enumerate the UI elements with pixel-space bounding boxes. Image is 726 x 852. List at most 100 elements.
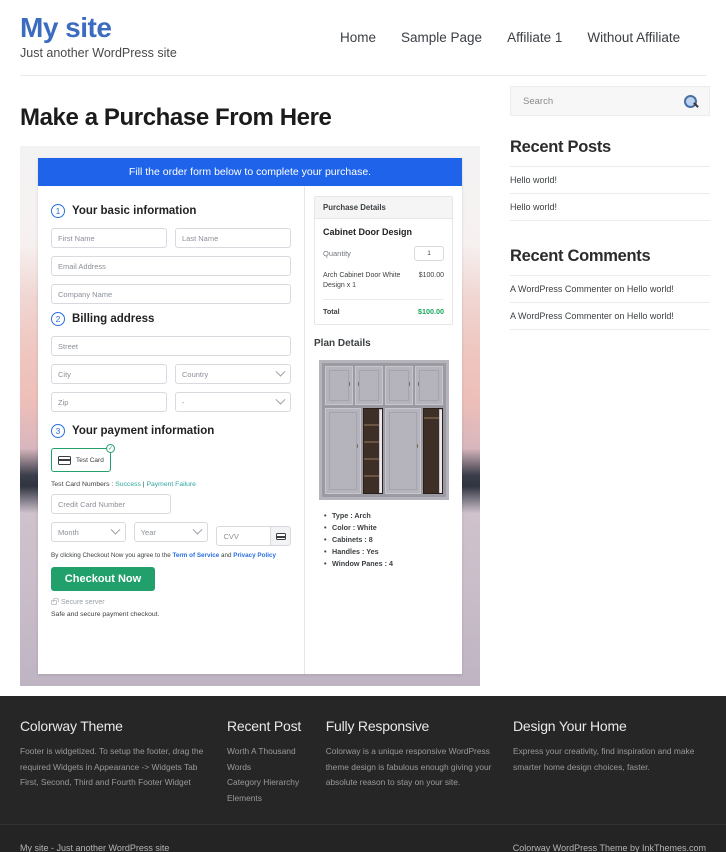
checkout-now-button[interactable]: Checkout Now xyxy=(51,567,155,591)
recent-post-link[interactable]: Hello world! xyxy=(510,175,557,185)
purchase-details-title: Purchase Details xyxy=(315,197,452,219)
last-name-input[interactable]: Last Name xyxy=(175,228,291,248)
footer-copyright: My site - Just another WordPress site xyxy=(20,842,170,852)
cabinet-open-interior xyxy=(362,407,383,495)
nav-item-home[interactable]: Home xyxy=(340,30,376,45)
cabinet-panel xyxy=(384,366,413,405)
recent-comment-link[interactable]: A WordPress Commenter on Hello world! xyxy=(510,284,674,294)
test-card-failure-link[interactable]: Payment Failure xyxy=(146,481,196,488)
city-input[interactable]: City xyxy=(51,364,167,384)
first-name-input[interactable]: First Name xyxy=(51,228,167,248)
site-header: My site Just another WordPress site Home… xyxy=(0,0,726,76)
checkout-form-pane: 1 Your basic information First Name Last… xyxy=(38,186,305,674)
plan-bullet-cabinets: Cabinets : 8 xyxy=(324,534,453,546)
footer-column-colorway-theme: Colorway Theme Footer is widgetized. To … xyxy=(20,718,227,806)
state-select-value: - xyxy=(182,397,185,407)
step-1-header: 1 Your basic information xyxy=(51,204,291,218)
footer-heading: Recent Post xyxy=(227,718,302,734)
knob-icon xyxy=(347,382,350,387)
email-input[interactable]: Email Address xyxy=(51,256,291,276)
footer-recent-post-list: Worth A Thousand Words Category Hierarch… xyxy=(227,744,312,806)
chevron-down-icon xyxy=(275,366,286,377)
cvv-input[interactable]: CVV xyxy=(216,526,271,546)
search-input[interactable]: Search xyxy=(510,86,710,116)
step-3-label: Your payment information xyxy=(72,425,215,437)
sidebar: Search Recent Posts Hello world! Hello w… xyxy=(500,76,726,686)
month-select[interactable]: Month xyxy=(51,522,126,542)
cvv-wrapper: CVV xyxy=(216,522,291,550)
list-item: Hello world! xyxy=(510,193,710,221)
plan-details-title: Plan Details xyxy=(314,338,371,350)
cabinet-panel xyxy=(384,407,421,495)
test-card-label: Test Card xyxy=(76,456,104,464)
footer-heading: Fully Responsive xyxy=(325,718,430,734)
credit-card-icon xyxy=(275,532,286,540)
company-input[interactable]: Company Name xyxy=(51,284,291,304)
footer-column-recent-post: Recent Post Worth A Thousand Words Categ… xyxy=(227,718,326,806)
street-input[interactable]: Street xyxy=(51,336,291,356)
total-value: $100.00 xyxy=(418,307,444,317)
footer-widgets: Colorway Theme Footer is widgetized. To … xyxy=(0,696,726,825)
credit-card-number-input[interactable]: Credit Card Number xyxy=(51,494,171,514)
cabinet-panel xyxy=(354,366,383,405)
secure-server-label: Secure server xyxy=(61,599,105,606)
quantity-input[interactable]: 1 xyxy=(414,246,444,261)
city-country-row: City Country xyxy=(51,364,291,392)
knob-icon xyxy=(417,382,420,387)
secure-checkout-note: Safe and secure payment checkout. xyxy=(51,611,160,618)
purchase-details-box: Purchase Details Cabinet Door Design Qua… xyxy=(314,196,453,326)
quantity-row: Quantity 1 xyxy=(323,246,444,261)
main-content: Make a Purchase From Here Fill the order… xyxy=(0,76,500,686)
nav-item-sample-page[interactable]: Sample Page xyxy=(401,30,482,45)
footer-column-design-your-home: Design Your Home Express your creativity… xyxy=(513,718,706,806)
line-item-description: Arch Cabinet Door White Design x 1 xyxy=(323,272,401,290)
recent-comment-link[interactable]: A WordPress Commenter on Hello world! xyxy=(510,311,674,321)
total-row: Total $100.00 xyxy=(323,300,444,316)
footer-credit: Colorway WordPress Theme by InkThemes.co… xyxy=(513,843,706,852)
recent-posts-list: Hello world! Hello world! xyxy=(510,166,710,221)
footer-post-link[interactable]: Worth A Thousand Words xyxy=(227,746,296,772)
plan-bullet-window-panes: Window Panes : 4 xyxy=(324,558,453,570)
step-2-label: Billing address xyxy=(72,313,155,325)
test-card-option[interactable]: Test Card ✓ xyxy=(51,444,115,472)
footer-bottom-bar: My site - Just another WordPress site Co… xyxy=(0,824,726,852)
test-card-numbers-prefix: Test Card Numbers : xyxy=(51,481,116,488)
order-banner: Fill the order form below to complete yo… xyxy=(38,158,462,186)
footer-credit-link[interactable]: Colorway WordPress Theme by InkThemes.co… xyxy=(513,843,706,852)
year-select[interactable]: Year xyxy=(133,522,209,542)
search-icon[interactable] xyxy=(684,94,697,108)
recent-post-link[interactable]: Hello world! xyxy=(510,202,557,212)
footer-text: Express your creativity, find inspiratio… xyxy=(513,746,695,772)
footer-post-link[interactable]: Elements xyxy=(227,793,262,803)
order-form-card: Fill the order form below to complete yo… xyxy=(38,158,462,674)
site-title[interactable]: My site xyxy=(20,12,177,44)
knob-icon xyxy=(357,382,360,387)
nav-item-affiliate-1[interactable]: Affiliate 1 xyxy=(507,30,562,45)
search-placeholder: Search xyxy=(523,95,554,107)
cabinet-lower-row xyxy=(322,407,446,498)
site-tagline: Just another WordPress site xyxy=(20,46,177,61)
product-name: Cabinet Door Design xyxy=(323,227,413,237)
footer-text: Colorway is a unique responsive WordPres… xyxy=(325,746,492,788)
cabinet-open-interior xyxy=(422,407,443,495)
recent-posts-title: Recent Posts xyxy=(510,138,611,156)
footer-post-link[interactable]: Category Hierarchy xyxy=(227,777,299,787)
open-door xyxy=(378,408,382,494)
terms-of-service-link[interactable]: Term of Service xyxy=(172,552,219,559)
plan-bullet-color: Color : White xyxy=(324,522,453,534)
zip-input[interactable]: Zip xyxy=(51,392,167,412)
month-select-value: Month xyxy=(58,527,79,537)
site-footer: Colorway Theme Footer is widgetized. To … xyxy=(0,696,726,852)
footer-heading: Colorway Theme xyxy=(20,718,123,734)
list-item: Hello world! xyxy=(510,166,710,193)
nav-item-without-affiliate[interactable]: Without Affiliate xyxy=(587,30,680,45)
test-card-success-link[interactable]: Success xyxy=(115,481,141,488)
privacy-policy-link[interactable]: Privacy Policy xyxy=(233,552,276,559)
page-wrapper: Make a Purchase From Here Fill the order… xyxy=(0,76,726,686)
knob-icon xyxy=(407,382,410,387)
step-3-header: 3 Your payment information xyxy=(51,424,291,438)
country-select[interactable]: Country xyxy=(175,364,291,384)
quantity-label: Quantity xyxy=(323,249,351,258)
cabinet-product-image xyxy=(318,360,449,501)
state-select[interactable]: - xyxy=(175,392,291,412)
